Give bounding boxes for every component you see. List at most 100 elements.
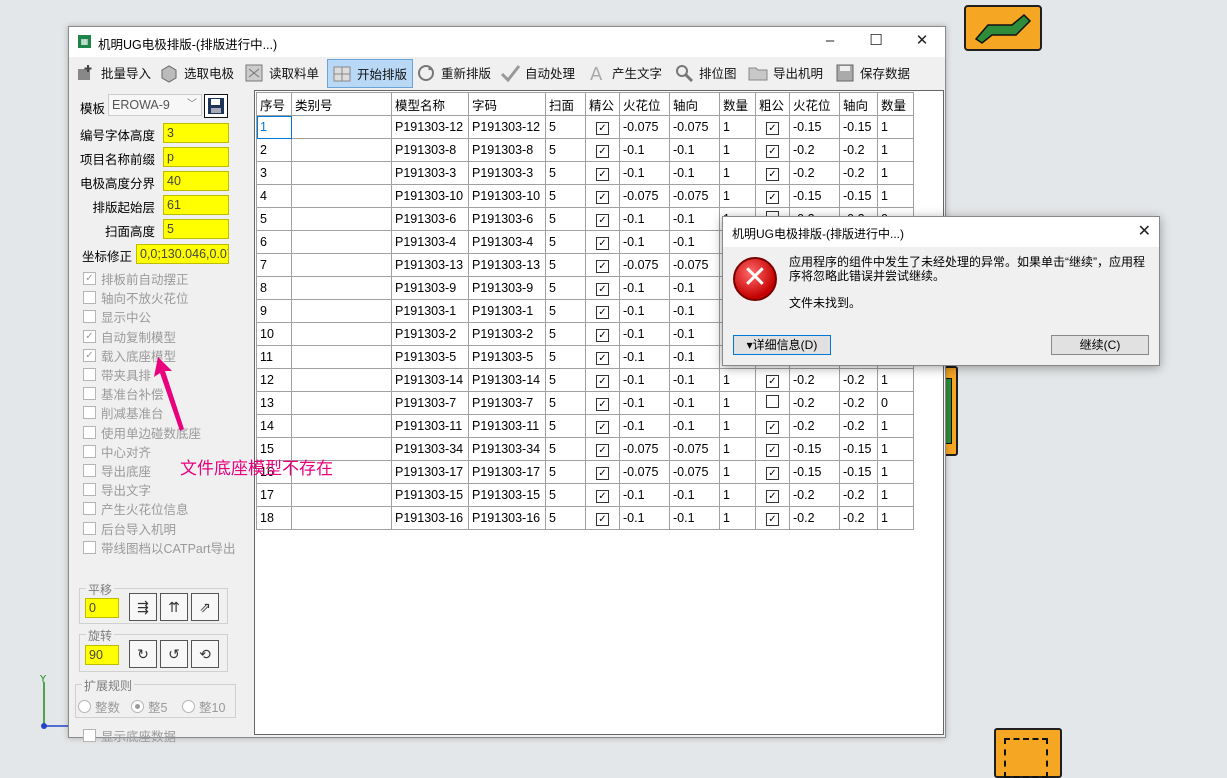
option-checkbox-0[interactable]: ✓ 排板前自动摆正 (83, 269, 189, 288)
table-cell[interactable]: -0.2 (789, 483, 840, 507)
table-cell[interactable]: 17 (256, 483, 292, 507)
table-row[interactable]: 17 P191303-15 P191303-15 5 ✓ -0.1 -0.1 1 ✓ -0.2 -0… (256, 483, 914, 507)
table-cell[interactable]: 10 (256, 322, 292, 346)
table-cell[interactable]: -0.15 (839, 115, 878, 139)
checkbox-cell[interactable]: ✓ (585, 506, 620, 530)
cell-checkbox[interactable]: ✓ (596, 190, 609, 204)
table-cell[interactable]: P191303-5 (468, 345, 546, 369)
column-header[interactable]: 扫面 (545, 92, 586, 116)
table-cell[interactable]: P191303-8 (391, 138, 469, 162)
table-cell[interactable] (291, 368, 392, 392)
table-row[interactable]: 14 P191303-11 P191303-11 5 ✓ -0.1 -0.1 1 ✓ -0.2 -0… (256, 414, 914, 438)
project-prefix-input[interactable]: p (163, 147, 229, 167)
table-row[interactable]: 16 P191303-17 P191303-17 5 ✓ -0.075 -0.075 1 ✓ -0… (256, 460, 914, 484)
checkbox-cell[interactable]: ✓ (755, 483, 790, 507)
table-cell[interactable]: 5 (545, 437, 586, 461)
table-cell[interactable]: 13 (256, 391, 292, 415)
cell-checkbox[interactable]: ✓ (766, 489, 779, 503)
option-checkbox-5[interactable]: 带夹具排 (83, 365, 151, 384)
cell-checkbox[interactable]: ✓ (596, 443, 609, 457)
cell-checkbox[interactable]: ✓ (766, 374, 779, 388)
table-cell[interactable]: P191303-13 (468, 253, 546, 277)
table-cell[interactable]: 4 (256, 184, 292, 208)
table-cell[interactable]: -0.1 (669, 483, 720, 507)
cell-checkbox[interactable]: ✓ (766, 121, 779, 135)
table-cell[interactable]: -0.1 (619, 138, 670, 162)
cell-checkbox[interactable]: ✓ (596, 259, 609, 273)
dialog-close-button[interactable]: ✕ (1138, 221, 1151, 241)
table-cell[interactable]: P191303-34 (391, 437, 469, 461)
translate-y-button[interactable]: ⇈ (160, 593, 188, 621)
table-cell[interactable] (291, 345, 392, 369)
table-cell[interactable] (291, 115, 392, 139)
table-cell[interactable]: P191303-12 (468, 115, 546, 139)
checkbox-cell[interactable]: ✓ (585, 391, 620, 415)
table-cell[interactable]: -0.1 (669, 391, 720, 415)
table-cell[interactable]: P191303-1 (468, 299, 546, 323)
table-cell[interactable]: -0.1 (619, 276, 670, 300)
table-cell[interactable]: -0.1 (669, 368, 720, 392)
cell-checkbox[interactable]: ✓ (596, 121, 609, 135)
cell-checkbox[interactable]: ✓ (596, 397, 609, 411)
table-cell[interactable] (291, 161, 392, 185)
checkbox-cell[interactable]: ✓ (585, 483, 620, 507)
table-cell[interactable]: 5 (545, 506, 586, 530)
table-cell[interactable]: P191303-6 (468, 207, 546, 231)
select-electrode-button[interactable]: 选取电极 (158, 59, 234, 86)
details-button[interactable]: ▾详细信息(D) (733, 335, 831, 355)
table-cell[interactable]: -0.1 (619, 483, 670, 507)
table-cell[interactable]: 5 (545, 460, 586, 484)
table-cell[interactable]: 2 (256, 138, 292, 162)
save-template-button[interactable] (204, 94, 228, 118)
option-checkbox-12[interactable]: 产生火花位信息 (83, 499, 189, 518)
table-cell[interactable]: 5 (545, 322, 586, 346)
table-cell[interactable]: -0.1 (669, 230, 720, 254)
checkbox-cell[interactable]: ✓ (755, 115, 790, 139)
table-cell[interactable]: -0.1 (619, 161, 670, 185)
column-header[interactable]: 粗公 (755, 92, 790, 116)
table-cell[interactable]: -0.1 (619, 207, 670, 231)
rotate-x-button[interactable]: ↻ (129, 640, 157, 668)
close-button[interactable]: ✕ (899, 27, 945, 57)
table-cell[interactable]: -0.1 (669, 207, 720, 231)
table-cell[interactable]: P191303-3 (468, 161, 546, 185)
checkbox-cell[interactable]: ✓ (585, 138, 620, 162)
table-cell[interactable]: -0.2 (839, 506, 878, 530)
checkbox-cell[interactable]: ✓ (585, 115, 620, 139)
option-checkbox-10[interactable]: 导出底座 (83, 461, 151, 480)
table-cell[interactable]: -0.15 (839, 184, 878, 208)
table-cell[interactable]: -0.1 (619, 322, 670, 346)
checkbox-cell[interactable]: ✓ (585, 437, 620, 461)
table-cell[interactable] (291, 253, 392, 277)
table-cell[interactable]: P191303-17 (468, 460, 546, 484)
template-select[interactable]: EROWA-9 ﹀ (108, 94, 202, 116)
table-row[interactable]: 3 P191303-3 P191303-3 5 ✓ -0.1 -0.1 1 ✓ -0.2 -0.2 1 (256, 161, 914, 185)
table-cell[interactable]: 5 (545, 253, 586, 277)
table-cell[interactable]: 5 (545, 138, 586, 162)
table-cell[interactable]: 1 (719, 138, 756, 162)
column-header[interactable]: 精公 (585, 92, 620, 116)
table-cell[interactable]: -0.1 (619, 299, 670, 323)
table-cell[interactable]: 5 (545, 345, 586, 369)
table-cell[interactable]: 1 (877, 161, 914, 185)
radio-round5[interactable]: 整5 (131, 697, 167, 716)
table-cell[interactable]: -0.1 (619, 368, 670, 392)
auto-process-button[interactable]: 自动处理 (499, 59, 575, 86)
cell-checkbox[interactable]: ✓ (596, 466, 609, 480)
checkbox-cell[interactable]: ✓ (585, 414, 620, 438)
minimize-button[interactable]: – (807, 27, 853, 57)
table-cell[interactable]: 1 (877, 414, 914, 438)
table-cell[interactable]: P191303-16 (468, 506, 546, 530)
cell-checkbox[interactable]: ✓ (766, 443, 779, 457)
column-header[interactable]: 轴向 (669, 92, 720, 116)
table-cell[interactable]: -0.075 (619, 115, 670, 139)
table-cell[interactable]: 8 (256, 276, 292, 300)
table-cell[interactable]: -0.2 (789, 161, 840, 185)
checkbox-cell[interactable]: ✓ (755, 138, 790, 162)
table-cell[interactable]: P191303-6 (391, 207, 469, 231)
checkbox-cell[interactable]: ✓ (585, 299, 620, 323)
cell-checkbox[interactable]: ✓ (596, 213, 609, 227)
table-cell[interactable]: 11 (256, 345, 292, 369)
table-cell[interactable]: P191303-34 (468, 437, 546, 461)
table-cell[interactable]: -0.1 (669, 138, 720, 162)
